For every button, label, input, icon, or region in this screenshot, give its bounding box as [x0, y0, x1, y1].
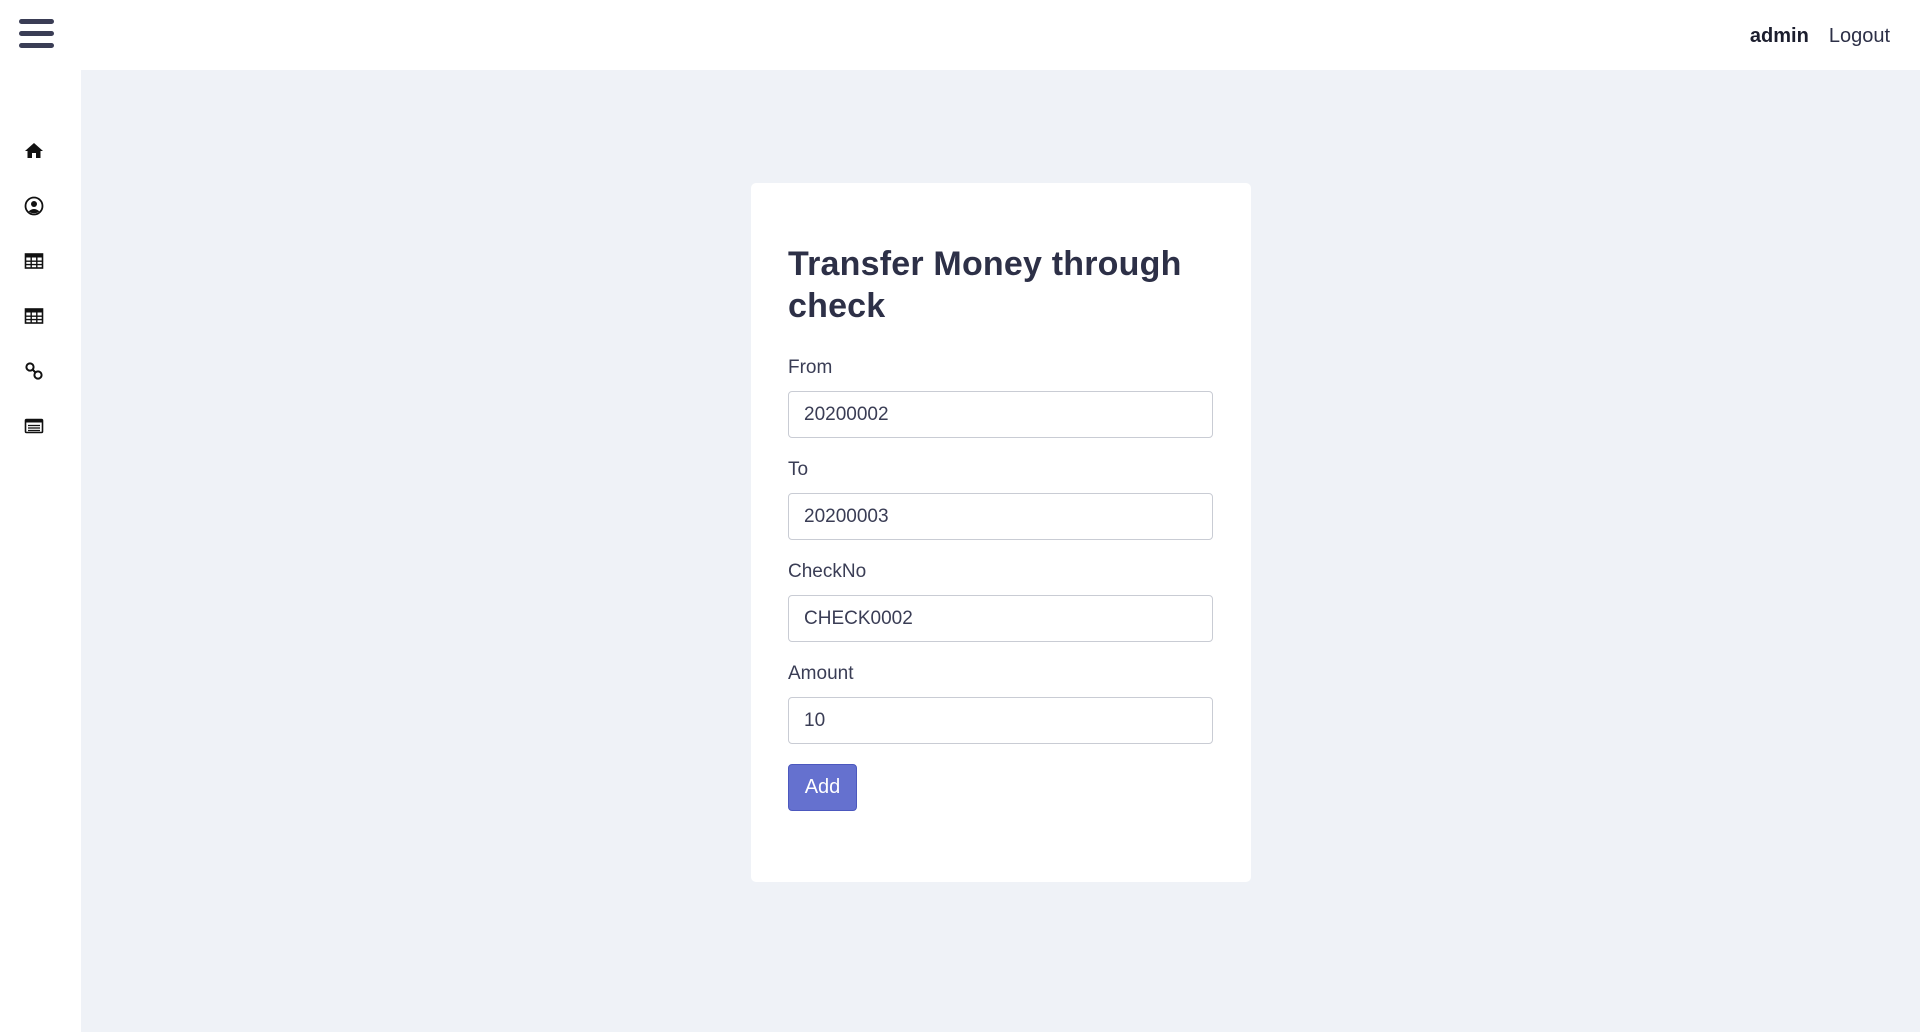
- amount-input[interactable]: [788, 697, 1213, 744]
- to-input[interactable]: [788, 493, 1213, 540]
- logout-link[interactable]: Logout: [1829, 25, 1890, 48]
- sidebar-item-home[interactable]: [18, 135, 50, 167]
- table-icon: [24, 308, 44, 324]
- sidebar-item-table-1[interactable]: [18, 245, 50, 277]
- form-title: Transfer Money through check: [788, 245, 1182, 325]
- link-icon: [25, 362, 43, 380]
- sidebar-item-link[interactable]: [18, 355, 50, 387]
- table-icon: [24, 253, 44, 269]
- user-circle-icon: [24, 196, 44, 216]
- to-label: To: [788, 459, 809, 480]
- checkno-field-group: CheckNo: [788, 561, 1213, 642]
- amount-label: Amount: [788, 663, 854, 684]
- list-card-icon: [24, 418, 44, 434]
- checkno-label: CheckNo: [788, 561, 867, 582]
- user-area: admin Logout: [1750, 22, 1890, 50]
- top-navbar: admin Logout: [0, 0, 1920, 70]
- transfer-form-card: Transfer Money through check From To Che…: [751, 183, 1251, 882]
- amount-field-group: Amount: [788, 663, 1213, 744]
- hamburger-menu-icon[interactable]: [17, 17, 57, 51]
- from-label: From: [788, 357, 833, 378]
- from-input[interactable]: [788, 391, 1213, 438]
- add-button[interactable]: Add: [788, 764, 857, 811]
- sidebar: [0, 70, 81, 1032]
- sidebar-item-table-2[interactable]: [18, 300, 50, 332]
- checkno-input[interactable]: [788, 595, 1213, 642]
- sidebar-item-profile[interactable]: [18, 190, 50, 222]
- from-field-group: From: [788, 357, 1213, 438]
- home-icon: [25, 143, 43, 158]
- to-field-group: To: [788, 459, 1213, 540]
- sidebar-item-list[interactable]: [18, 410, 50, 442]
- username: admin: [1749, 24, 1809, 47]
- main-content: Transfer Money through check From To Che…: [81, 70, 1920, 1032]
